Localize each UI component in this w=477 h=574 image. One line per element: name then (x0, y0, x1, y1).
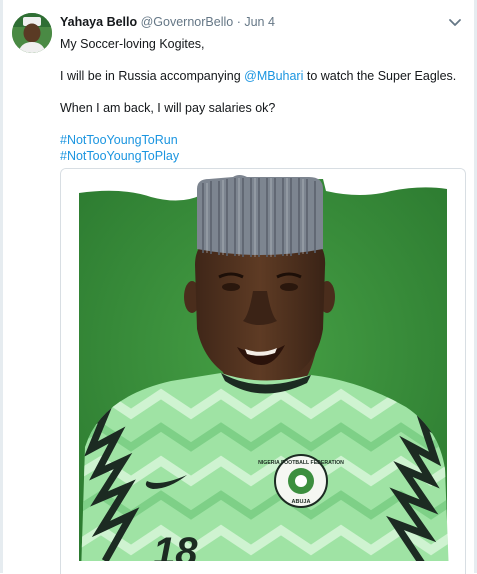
crest-city: ABUJA (292, 499, 311, 505)
tweet-greeting: My Soccer-loving Kogites, (60, 37, 205, 51)
author-name[interactable]: Yahaya Bello (60, 15, 137, 29)
left-border (0, 0, 3, 573)
hashtag-link[interactable]: #NotTooYoungToRun (60, 133, 178, 147)
separator-dot: · (236, 15, 241, 29)
mention-link[interactable]: @MBuhari (244, 69, 303, 83)
tweet-header: Yahaya Bello @GovernorBello · Jun 4 (60, 15, 275, 29)
author-handle[interactable]: @GovernorBello (141, 15, 234, 29)
tweet-media[interactable]: NIGERIA FOOTBALL FEDERATION ABUJA 18 (60, 168, 466, 574)
hashtag-link[interactable]: #NotTooYoungToPlay (60, 149, 179, 163)
chevron-down-icon[interactable] (448, 16, 462, 28)
avatar-photo (12, 13, 52, 53)
crest-text: NIGERIA FOOTBALL FEDERATION (258, 460, 344, 466)
tweet-line-3: When I am back, I will pay salaries ok? (60, 101, 276, 115)
line2-suffix: to watch the Super Eagles. (303, 69, 457, 83)
avatar[interactable] (12, 13, 52, 53)
tweet-line-2: I will be in Russia accompanying @MBuhar… (60, 68, 460, 84)
tweet-date[interactable]: Jun 4 (244, 15, 275, 29)
line2-prefix: I will be in Russia accompanying (60, 69, 245, 83)
media-photo: NIGERIA FOOTBALL FEDERATION ABUJA 18 (61, 169, 465, 574)
tweet-text: My Soccer-loving Kogites, I will be in R… (60, 36, 460, 164)
